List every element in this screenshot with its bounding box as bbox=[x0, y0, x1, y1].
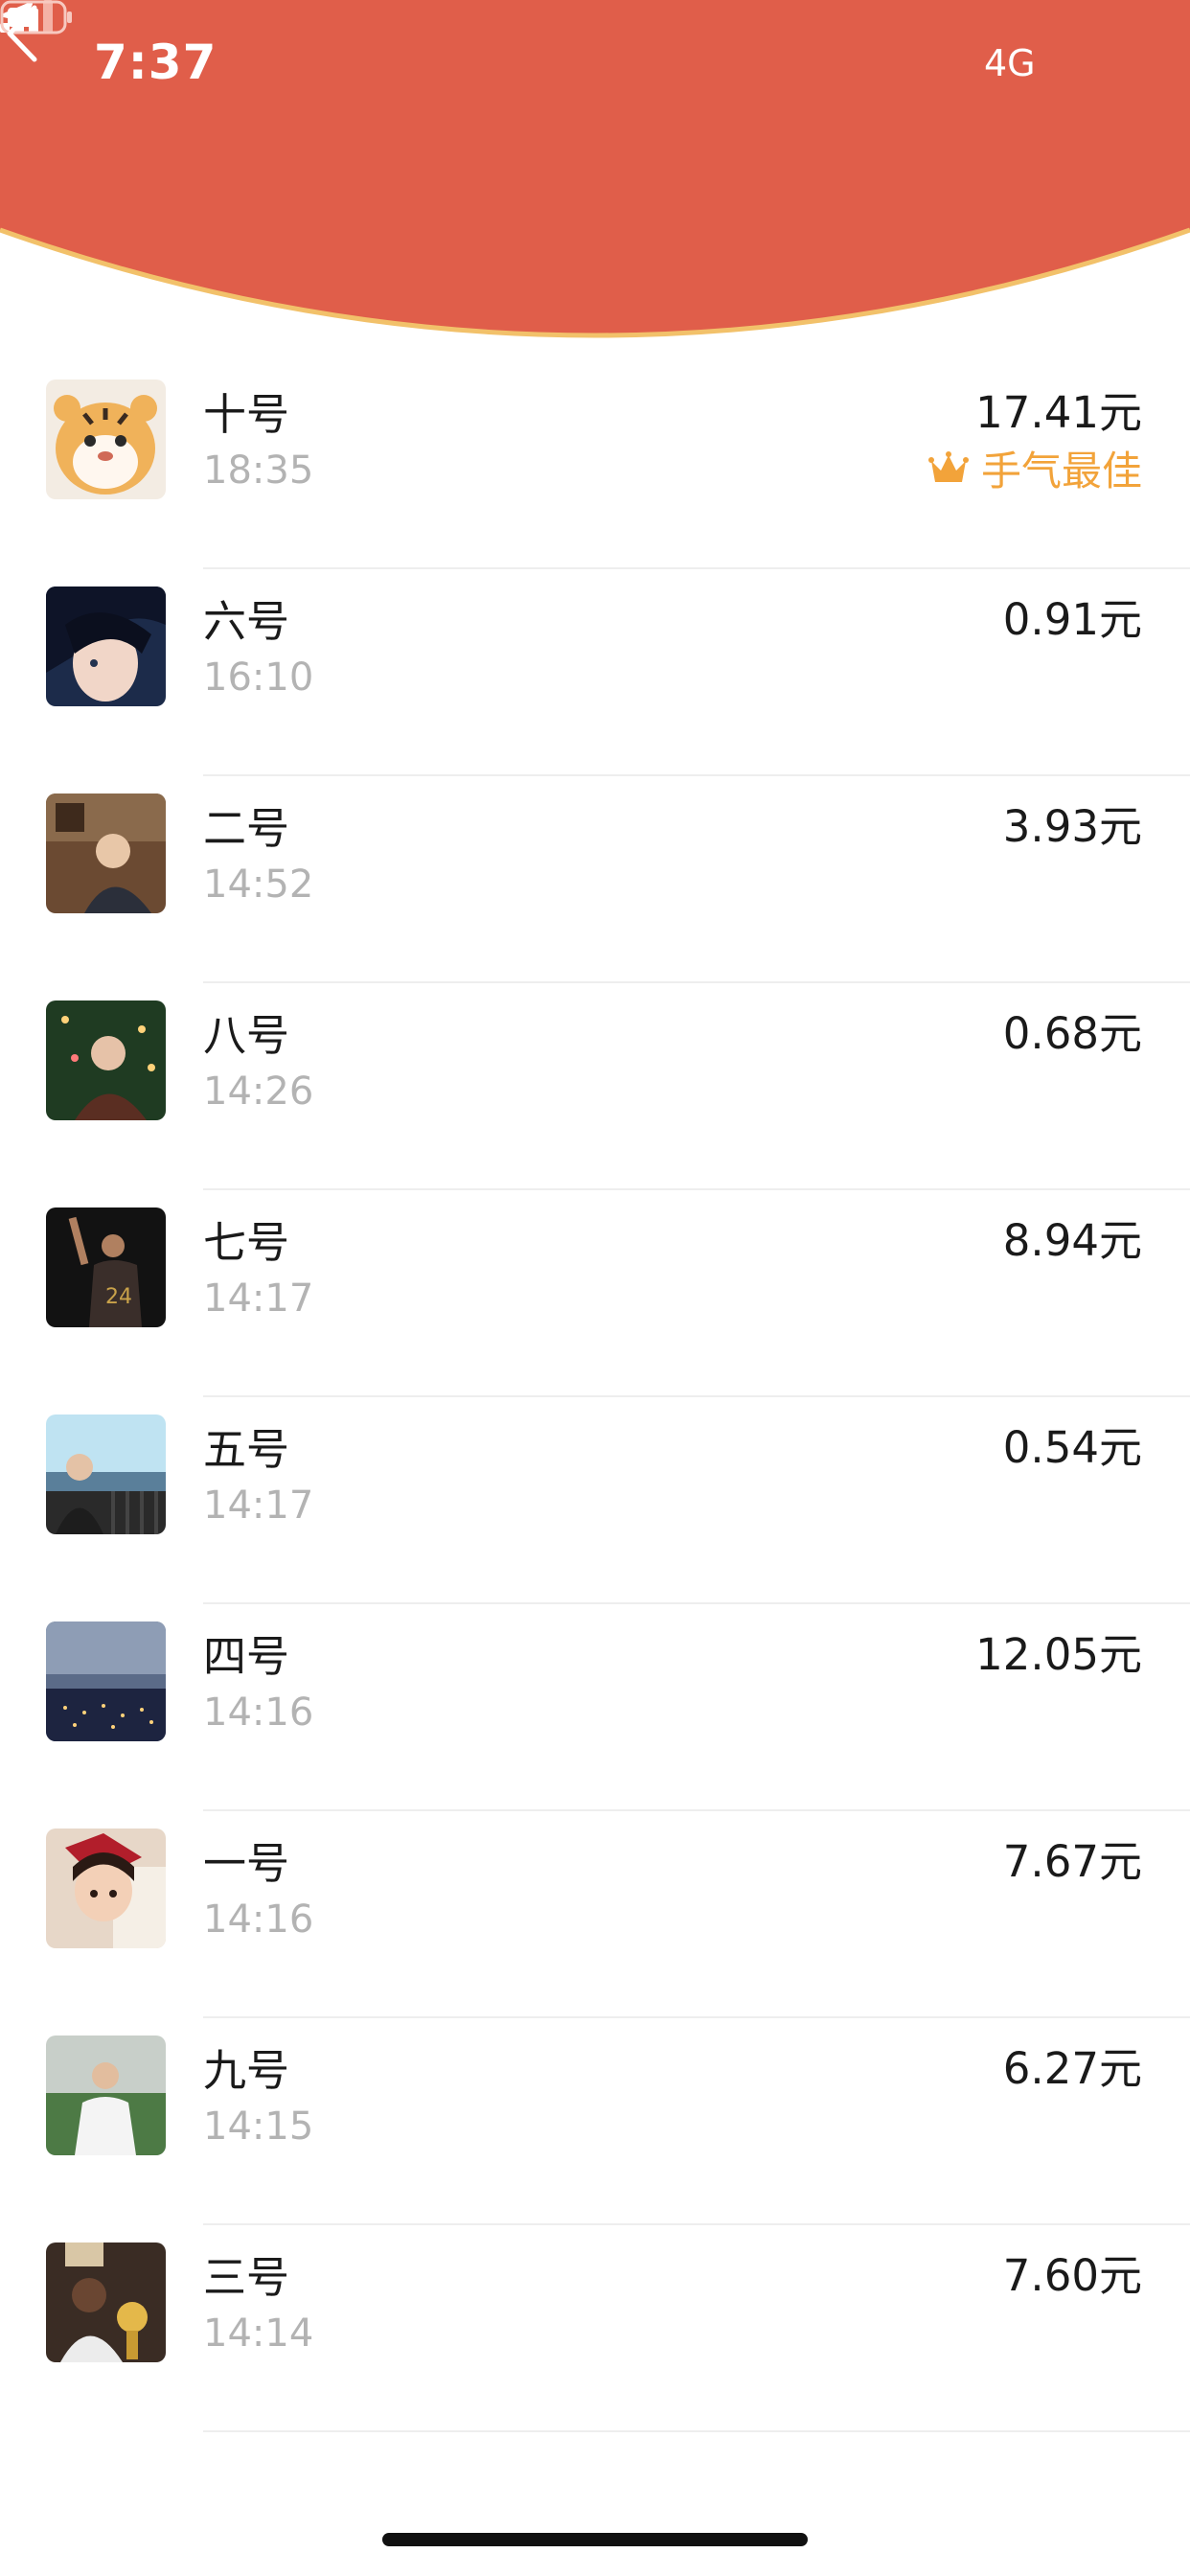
anime-girl-avatar bbox=[46, 586, 166, 706]
receive-time: 14:26 bbox=[203, 1070, 314, 1114]
receive-time: 14:52 bbox=[203, 862, 314, 907]
amount: 0.68元 bbox=[1002, 1008, 1142, 1059]
city-night-avatar bbox=[46, 1622, 166, 1741]
amount: 17.41元 bbox=[975, 387, 1142, 438]
amount: 3.93元 bbox=[1002, 801, 1142, 852]
list-item[interactable]: 八号 14:26 0.68元 bbox=[0, 983, 1190, 1190]
amount: 8.94元 bbox=[1002, 1215, 1142, 1266]
recipient-name: 六号 bbox=[203, 596, 290, 647]
recipient-name: 七号 bbox=[203, 1217, 290, 1268]
recipient-name: 二号 bbox=[203, 803, 290, 854]
chevron-left-icon bbox=[7, 5, 37, 62]
divider bbox=[203, 2430, 1190, 2432]
crown-icon bbox=[927, 450, 969, 482]
list-item[interactable]: 四号 14:16 12.05元 bbox=[0, 1604, 1190, 1811]
receive-time: 14:14 bbox=[203, 2312, 314, 2356]
list-item[interactable]: 24 七号 14:17 8.94元 bbox=[0, 1190, 1190, 1397]
list-item[interactable]: 十号 18:35 17.41元 手气最佳 bbox=[0, 362, 1190, 569]
svg-text:24: 24 bbox=[105, 1285, 132, 1309]
basketball-24-avatar: 24 bbox=[46, 1208, 166, 1327]
recipient-name: 八号 bbox=[203, 1010, 290, 1061]
amount: 7.67元 bbox=[1002, 1836, 1142, 1887]
receive-time: 18:35 bbox=[203, 448, 314, 493]
home-indicator[interactable] bbox=[382, 2533, 808, 2546]
christmas-tree-avatar bbox=[46, 1000, 166, 1120]
status-time: 7:37 bbox=[94, 34, 217, 90]
best-luck-badge: 手气最佳 bbox=[927, 439, 1142, 497]
receive-time: 16:10 bbox=[203, 656, 314, 700]
recipient-name: 五号 bbox=[203, 1424, 290, 1475]
receive-time: 14:16 bbox=[203, 1898, 314, 1942]
recipient-name: 十号 bbox=[203, 389, 290, 440]
list-item[interactable]: 三号 14:14 7.60元 bbox=[0, 2225, 1190, 2432]
list-item[interactable]: 一号 14:16 7.67元 bbox=[0, 1811, 1190, 2018]
list-item[interactable]: 九号 14:15 6.27元 bbox=[0, 2018, 1190, 2225]
list-item[interactable]: 二号 14:52 3.93元 bbox=[0, 776, 1190, 983]
recipient-name: 一号 bbox=[203, 1838, 290, 1889]
man-white-shirt-avatar bbox=[46, 2036, 166, 2155]
back-button[interactable] bbox=[0, 0, 48, 67]
tiger-avatar bbox=[46, 380, 166, 499]
man-cafe-avatar bbox=[46, 794, 166, 913]
receive-time: 14:16 bbox=[203, 1690, 314, 1735]
network-label: 4G bbox=[984, 42, 1036, 84]
balcony-sea-avatar bbox=[46, 1414, 166, 1534]
trophy-avatar bbox=[46, 2242, 166, 2362]
amount: 0.54元 bbox=[1002, 1422, 1142, 1473]
list-item[interactable]: 五号 14:17 0.54元 bbox=[0, 1397, 1190, 1604]
amount: 6.27元 bbox=[1002, 2043, 1142, 2094]
receive-time: 14:17 bbox=[203, 1276, 314, 1321]
receive-time: 14:15 bbox=[203, 2104, 314, 2149]
amount: 7.60元 bbox=[1002, 2250, 1142, 2301]
header: 7:37 4G bbox=[0, 0, 1190, 355]
recipient-name: 四号 bbox=[203, 1631, 290, 1682]
amount: 12.05元 bbox=[975, 1629, 1142, 1680]
receive-time: 14:17 bbox=[203, 1484, 314, 1528]
recipient-name: 三号 bbox=[203, 2252, 290, 2303]
list-item[interactable]: 六号 16:10 0.91元 bbox=[0, 569, 1190, 776]
recipient-name: 九号 bbox=[203, 2045, 290, 2096]
amount: 0.91元 bbox=[1002, 594, 1142, 645]
best-luck-label: 手气最佳 bbox=[980, 448, 1142, 494]
kiki-anime-avatar bbox=[46, 1828, 166, 1948]
